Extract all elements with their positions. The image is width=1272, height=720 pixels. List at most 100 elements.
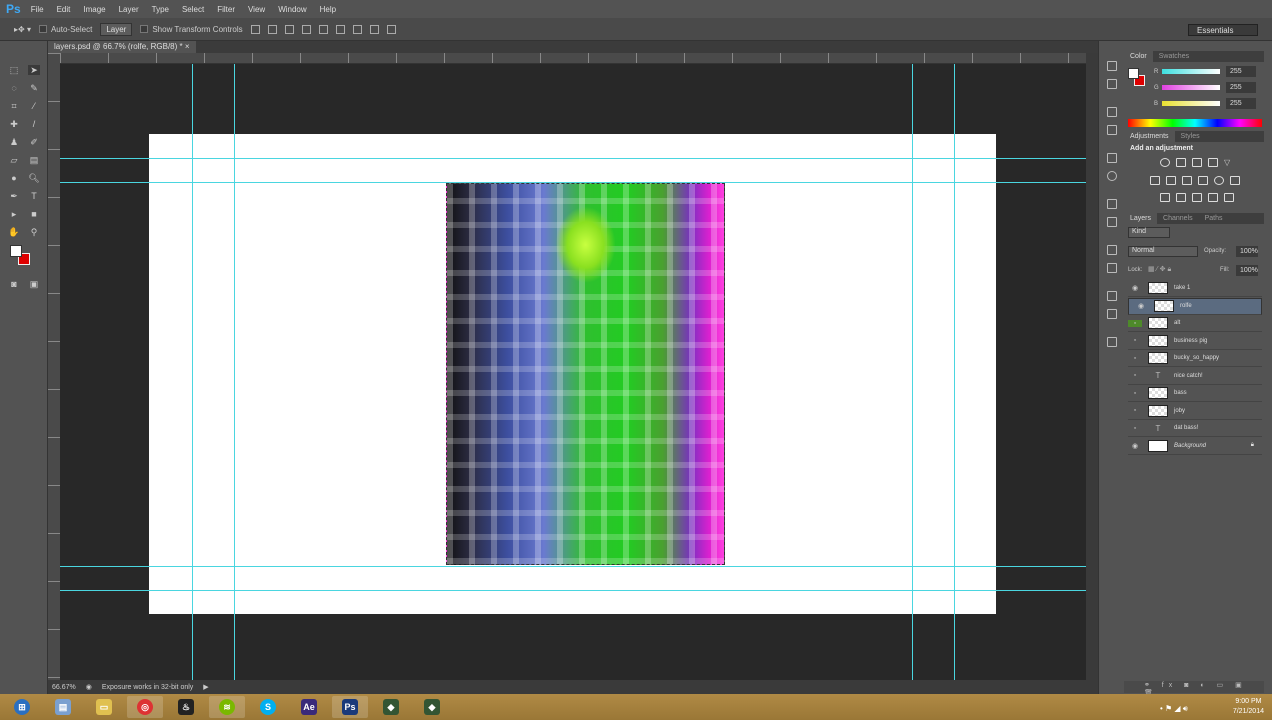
taskbar-steam-button[interactable]: ♨ <box>168 696 204 718</box>
blur-tool-icon[interactable]: ● <box>8 173 20 183</box>
taskbar-chrome-button[interactable]: ◎ <box>127 696 163 718</box>
zoom-level[interactable]: 66.67% <box>52 684 76 691</box>
actions-play-icon[interactable] <box>1107 79 1117 89</box>
menu-image[interactable]: Image <box>83 5 105 14</box>
guide-vertical[interactable] <box>954 64 955 680</box>
taskbar-start-button[interactable]: ⊞ <box>4 696 40 718</box>
visibility-toggle[interactable]: ▫ <box>1128 355 1142 362</box>
layer-name[interactable]: take 1 <box>1174 285 1190 291</box>
layer-row[interactable]: ▫ joby <box>1128 403 1262 420</box>
quick-mask-icon[interactable]: ◙ <box>8 279 20 289</box>
red-value[interactable]: 255 <box>1226 66 1256 77</box>
green-slider[interactable] <box>1162 85 1220 90</box>
menu-type[interactable]: Type <box>152 5 169 14</box>
layer-name[interactable]: dat bass! <box>1174 425 1198 431</box>
shape-tool-icon[interactable]: ■ <box>28 209 40 219</box>
layer-row[interactable]: ▫ alt <box>1128 315 1262 332</box>
properties-icon[interactable] <box>1107 153 1117 163</box>
align-left-icon[interactable] <box>301 24 311 34</box>
gradient-map-icon[interactable] <box>1224 193 1234 202</box>
layer-name[interactable]: business pig <box>1174 338 1207 344</box>
tab-swatches[interactable]: Swatches <box>1153 51 1195 62</box>
guide-horizontal[interactable] <box>60 182 1086 183</box>
guide-vertical[interactable] <box>912 64 913 680</box>
threshold-icon[interactable] <box>1192 193 1202 202</box>
vertical-scrollbar[interactable] <box>1086 53 1098 680</box>
posterize-icon[interactable] <box>1176 193 1186 202</box>
move-tool-preset-icon[interactable]: ▸✥ ▾ <box>14 25 31 34</box>
black-white-icon[interactable] <box>1182 176 1192 185</box>
color-lookup-icon[interactable] <box>1230 176 1240 185</box>
layer-filter-kind-dropdown[interactable]: Kind <box>1128 227 1170 238</box>
vibrance-icon[interactable]: ▽ <box>1224 158 1234 167</box>
photo-filter-icon[interactable] <box>1198 176 1208 185</box>
status-menu-arrow-icon[interactable]: ▶ <box>203 683 208 691</box>
visibility-toggle[interactable]: ▫ <box>1128 319 1142 327</box>
visibility-toggle[interactable]: ▫ <box>1128 390 1142 397</box>
taskbar-file-explorer-doc-button[interactable]: ▤ <box>45 696 81 718</box>
auto-select-target-dropdown[interactable]: Layer <box>100 22 133 36</box>
path-select-tool-icon[interactable]: ▸ <box>8 209 20 219</box>
visibility-toggle[interactable]: ▫ <box>1128 407 1142 414</box>
layer-name[interactable]: nice catch! <box>1174 373 1203 379</box>
align-vcenter-icon[interactable] <box>267 24 277 34</box>
menu-filter[interactable]: Filter <box>217 5 235 14</box>
system-clock[interactable]: 9:00 PM 7/21/2014 <box>1233 697 1264 717</box>
layer-row[interactable]: ◉ Background 🔒︎ <box>1128 438 1262 455</box>
dodge-tool-icon[interactable]: 🔍︎ <box>28 173 40 183</box>
move-tool-icon[interactable]: ➤ <box>28 65 40 75</box>
brush-presets-icon[interactable] <box>1107 217 1117 227</box>
taskbar-ps-button[interactable]: Ps <box>332 696 368 718</box>
blue-value[interactable]: 255 <box>1226 98 1256 109</box>
guide-horizontal[interactable] <box>60 590 1086 591</box>
layer-row[interactable]: ▫ Tnice catch! <box>1128 368 1262 385</box>
status-info-icon[interactable]: ◉ <box>86 683 92 691</box>
distribute-bottom-icon[interactable] <box>386 24 396 34</box>
eye-icon[interactable]: ◉ <box>1128 442 1142 450</box>
layer-name[interactable]: bucky_so_happy <box>1174 355 1219 361</box>
tab-styles[interactable]: Styles <box>1175 131 1206 142</box>
layer-panel-footer-icons[interactable]: ⚭ fx ◙ ◐ ▭ ▣ 🗑︎ <box>1124 681 1264 697</box>
visibility-toggle[interactable]: ▫ <box>1128 372 1142 379</box>
foreground-color-chip[interactable] <box>1128 68 1139 79</box>
taskbar-app-green-2-button[interactable]: ◆ <box>414 696 450 718</box>
auto-select-checkbox[interactable]: Auto-Select <box>38 25 92 34</box>
foreground-color-swatch[interactable] <box>10 245 22 257</box>
brush-tool-icon[interactable]: / <box>28 119 40 129</box>
layer-name[interactable]: joby <box>1174 408 1185 414</box>
invert-icon[interactable] <box>1160 193 1170 202</box>
lasso-tool-icon[interactable]: ◌ <box>8 83 20 93</box>
menu-help[interactable]: Help <box>320 5 336 14</box>
type-tool-icon[interactable]: T <box>28 191 40 201</box>
layer-row[interactable]: ▫ bass <box>1128 385 1262 402</box>
eye-icon[interactable]: ◉ <box>1128 284 1142 292</box>
color-balance-icon[interactable] <box>1166 176 1176 185</box>
exposure-icon[interactable] <box>1208 158 1218 167</box>
hue-saturation-icon[interactable] <box>1150 176 1160 185</box>
hand-tool-icon[interactable]: ✋ <box>8 227 20 237</box>
layer-name[interactable]: bass <box>1174 390 1187 396</box>
crop-tool-icon[interactable]: ⌗ <box>8 101 20 111</box>
tab-color[interactable]: Color <box>1124 51 1153 62</box>
menu-layer[interactable]: Layer <box>119 5 139 14</box>
taskbar-app-green-button[interactable]: ◆ <box>373 696 409 718</box>
align-top-icon[interactable] <box>250 24 260 34</box>
align-bottom-icon[interactable] <box>284 24 294 34</box>
tool-presets-icon[interactable] <box>1107 199 1117 209</box>
fill-input[interactable]: 100% <box>1236 265 1258 276</box>
layer-name[interactable]: alt <box>1174 320 1180 326</box>
workspace-dropdown[interactable]: Essentials <box>1188 24 1258 36</box>
show-transform-checkbox[interactable]: Show Transform Controls <box>140 25 243 34</box>
tab-adjustments[interactable]: Adjustments <box>1124 131 1175 142</box>
brightness-contrast-icon[interactable] <box>1160 158 1170 167</box>
layer-name[interactable]: rolfe <box>1180 303 1192 309</box>
pen-tool-icon[interactable]: ✒ <box>8 191 20 201</box>
eraser-tool-icon[interactable]: ▱ <box>8 155 20 165</box>
visibility-toggle[interactable]: ▫ <box>1128 337 1142 344</box>
tab-channels[interactable]: Channels <box>1157 213 1199 224</box>
zoom-tool-icon[interactable]: ⚲ <box>28 227 40 237</box>
menu-select[interactable]: Select <box>182 5 204 14</box>
tray-icons[interactable]: • ⚑ ◢ 🔊︎ <box>1160 704 1188 714</box>
close-tab-icon[interactable]: × <box>185 42 190 51</box>
layer-row[interactable]: ▫ business pig <box>1128 333 1262 350</box>
